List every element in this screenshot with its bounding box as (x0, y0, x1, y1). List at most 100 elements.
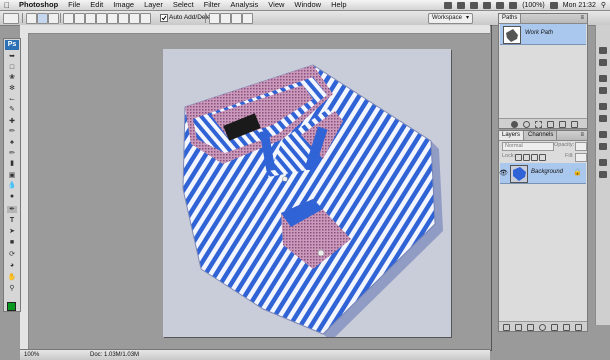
clone-stamp-tool-icon[interactable]: ♠ (7, 139, 17, 146)
blur-tool-icon[interactable]: 💧 (7, 182, 17, 189)
masks-icon[interactable] (599, 143, 607, 150)
flag-icon[interactable] (549, 1, 558, 9)
tab-layers[interactable]: Layers (499, 131, 525, 140)
panel-menu-icon[interactable]: ≡ (580, 131, 584, 140)
marquee-tool-icon[interactable]: □ (7, 64, 17, 71)
menu-image[interactable]: Image (108, 0, 139, 10)
3d-orbit-tool-icon[interactable]: ◕ (7, 262, 17, 269)
fill-field[interactable] (575, 153, 587, 162)
swatches-icon[interactable] (599, 103, 607, 110)
sync-icon[interactable] (470, 1, 479, 9)
menu-analysis[interactable]: Analysis (225, 0, 263, 10)
path-selection-tool-icon[interactable]: ➤ (7, 228, 17, 235)
battery-icon[interactable] (509, 1, 518, 9)
workspace-dropdown[interactable]: Workspace ▾ (428, 13, 473, 24)
display-icon[interactable] (457, 1, 466, 9)
adjustments-icon[interactable] (599, 131, 607, 138)
lock-transparent-icon[interactable] (515, 154, 522, 161)
app-menu[interactable]: Photoshop (14, 0, 63, 10)
menu-file[interactable]: File (63, 0, 85, 10)
gradient-tool-icon[interactable]: ▣ (7, 172, 17, 179)
trash-icon[interactable] (571, 121, 578, 128)
eyedropper-tool-icon[interactable]: ✎ (7, 106, 17, 113)
volume-icon[interactable] (496, 1, 505, 9)
menu-edit[interactable]: Edit (85, 0, 108, 10)
canvas[interactable] (163, 49, 451, 337)
zoom-tool-icon[interactable]: ⚲ (7, 285, 17, 292)
tab-paths[interactable]: Paths (499, 14, 522, 23)
rectangle-icon[interactable] (85, 13, 96, 24)
add-path-icon[interactable] (209, 13, 220, 24)
type-tool-icon[interactable]: T (7, 217, 17, 224)
intersect-path-icon[interactable] (231, 13, 242, 24)
new-group-icon[interactable] (551, 324, 558, 331)
3d-rotate-tool-icon[interactable]: ⟳ (7, 251, 17, 258)
histogram-icon[interactable] (599, 59, 607, 66)
lock-image-icon[interactable] (523, 154, 530, 161)
navigator-icon[interactable] (599, 47, 607, 54)
fill-path-icon[interactable] (511, 121, 518, 128)
lock-position-icon[interactable] (531, 154, 538, 161)
clock[interactable]: Mon 21:32 (563, 2, 596, 9)
ellipse-icon[interactable] (107, 13, 118, 24)
menu-select[interactable]: Select (168, 0, 199, 10)
path-row-work-path[interactable]: Work Path (500, 24, 586, 45)
load-selection-icon[interactable] (535, 121, 542, 128)
blend-mode-select[interactable]: Normal (502, 142, 554, 151)
new-layer-icon[interactable] (563, 324, 570, 331)
menu-view[interactable]: View (263, 0, 289, 10)
opacity-field[interactable] (575, 142, 587, 151)
layer-mask-icon[interactable] (527, 324, 534, 331)
panel-menu-icon[interactable]: ≡ (580, 14, 584, 23)
apple-menu-icon[interactable]:  (0, 1, 14, 10)
pen-tool-preset-icon[interactable] (3, 13, 19, 24)
move-tool-icon[interactable]: ➥ (7, 53, 17, 60)
lock-all-icon[interactable] (539, 154, 546, 161)
hand-tool-icon[interactable]: ✋ (7, 274, 17, 281)
shape-layers-icon[interactable] (26, 13, 37, 24)
styles-icon[interactable] (599, 115, 607, 122)
exclude-path-icon[interactable] (242, 13, 253, 24)
pen-tool-icon[interactable]: ✒ (7, 206, 17, 213)
fx-icon[interactable] (515, 324, 522, 331)
bluetooth-icon[interactable] (444, 1, 453, 9)
ruler-horizontal[interactable] (20, 25, 490, 34)
rounded-rectangle-icon[interactable] (96, 13, 107, 24)
info-icon[interactable] (599, 75, 607, 82)
spotlight-icon[interactable]: ⚲ (601, 1, 606, 9)
trash-icon[interactable] (575, 324, 582, 331)
brushes-icon[interactable] (599, 159, 607, 166)
menu-window[interactable]: Window (289, 0, 326, 10)
menu-help[interactable]: Help (326, 0, 351, 10)
fill-pixels-icon[interactable] (48, 13, 59, 24)
line-icon[interactable] (129, 13, 140, 24)
auto-add-delete-checkbox[interactable] (160, 14, 168, 22)
shape-tool-icon[interactable]: ■ (7, 239, 17, 246)
tab-channels[interactable]: Channels (525, 131, 558, 140)
eye-icon[interactable]: 👁 (499, 169, 508, 177)
subtract-path-icon[interactable] (220, 13, 231, 24)
freeform-pen-icon[interactable] (74, 13, 85, 24)
eraser-tool-icon[interactable]: ▮ (7, 160, 17, 167)
stroke-path-icon[interactable] (523, 121, 530, 128)
wifi-icon[interactable] (483, 1, 492, 9)
custom-shape-icon[interactable] (140, 13, 151, 24)
menu-layer[interactable]: Layer (139, 0, 168, 10)
menu-filter[interactable]: Filter (199, 0, 226, 10)
polygon-icon[interactable] (118, 13, 129, 24)
lasso-tool-icon[interactable]: ❀ (7, 74, 17, 81)
crop-tool-icon[interactable]: ⌙ (7, 96, 17, 103)
new-path-icon[interactable] (559, 121, 566, 128)
quick-select-tool-icon[interactable]: ✻ (7, 85, 17, 92)
clone-source-icon[interactable] (599, 171, 607, 178)
brush-tool-icon[interactable]: ✏ (7, 128, 17, 135)
paths-mode-icon[interactable] (37, 13, 48, 24)
color-icon[interactable] (599, 87, 607, 94)
healing-brush-tool-icon[interactable]: ✚ (7, 118, 17, 125)
link-layers-icon[interactable] (503, 324, 510, 331)
foreground-color-swatch[interactable] (7, 302, 16, 311)
pen-icon[interactable] (63, 13, 74, 24)
adjustment-layer-icon[interactable] (539, 324, 546, 331)
dodge-tool-icon[interactable]: ● (7, 193, 17, 200)
make-work-path-icon[interactable] (547, 121, 554, 128)
